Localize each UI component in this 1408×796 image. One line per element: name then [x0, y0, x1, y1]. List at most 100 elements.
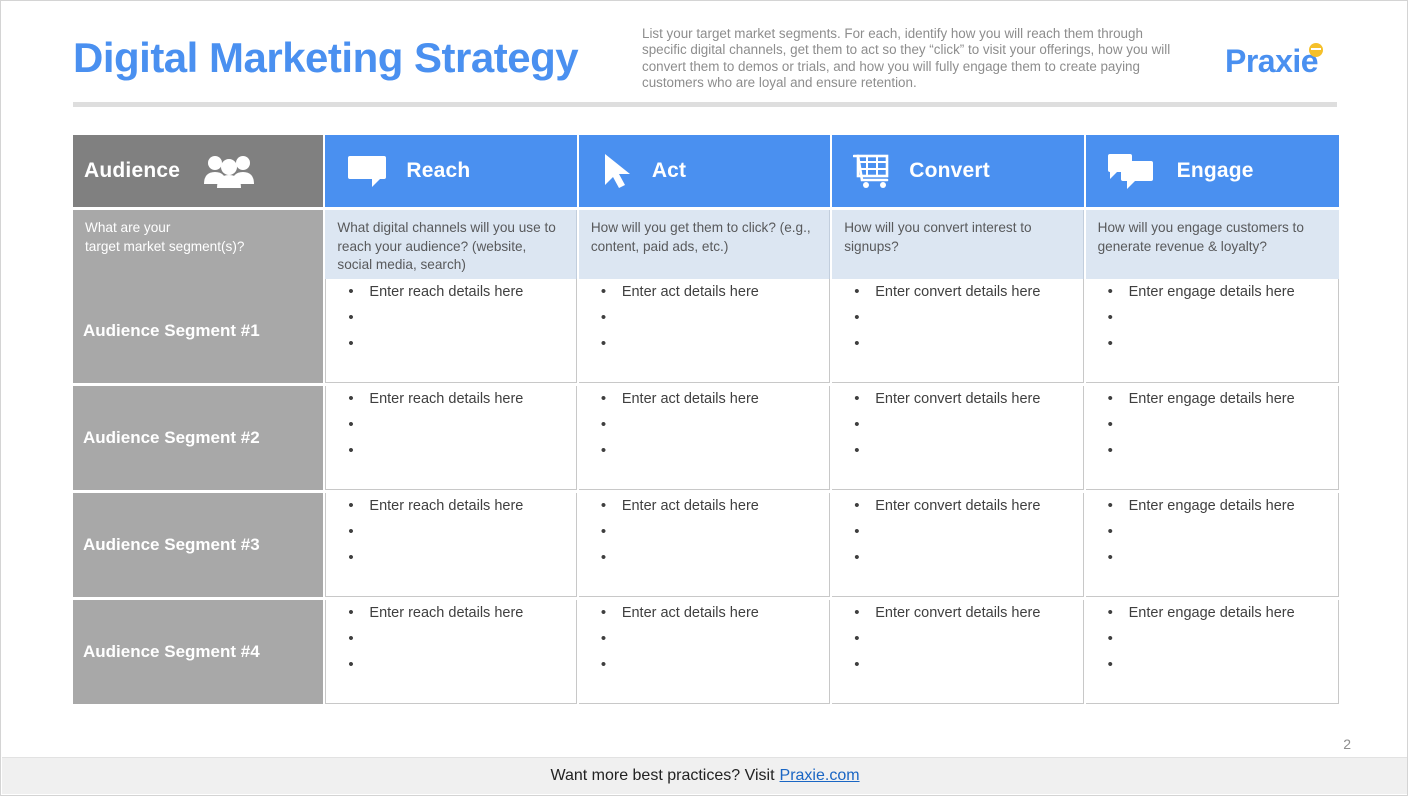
bullet-item[interactable]: [348, 549, 575, 576]
matrix-header-row: Audience Reach Act Convert Engage: [73, 135, 1340, 207]
prompt-text: What digital channels will you use to re…: [325, 210, 577, 285]
matrix-cell[interactable]: Enter convert details here: [832, 493, 1084, 597]
bullet-item[interactable]: Enter reach details here: [348, 497, 575, 524]
bullet-list: Enter act details here: [579, 390, 829, 469]
segment-cell[interactable]: Audience Segment #1: [73, 279, 324, 383]
bullet-item[interactable]: [601, 656, 829, 683]
prompt-text: How will you get them to click? (e.g., c…: [578, 210, 831, 285]
column-header-label: Audience: [84, 159, 181, 182]
praxie-logo: Praxie: [1225, 43, 1319, 79]
bullet-item[interactable]: Enter engage details here: [1108, 390, 1338, 417]
matrix-cell[interactable]: Enter convert details here: [832, 600, 1084, 704]
bullet-item[interactable]: Enter reach details here: [348, 283, 575, 310]
bullet-list: Enter act details here: [579, 604, 829, 683]
cell-body: Enter engage details here: [1085, 386, 1340, 490]
cell-body: Enter convert details here: [832, 600, 1084, 704]
matrix-cell[interactable]: Enter engage details here: [1085, 386, 1340, 490]
bullet-item[interactable]: Enter convert details here: [854, 604, 1082, 631]
bullet-item[interactable]: Enter engage details here: [1108, 604, 1338, 631]
segment-cell[interactable]: Audience Segment #4: [73, 600, 324, 704]
bullet-item[interactable]: [1108, 523, 1338, 550]
cell-body: Enter reach details here: [325, 279, 577, 383]
matrix-cell[interactable]: Enter reach details here: [325, 493, 577, 597]
bullet-item[interactable]: [1108, 549, 1338, 576]
bullet-item[interactable]: [854, 309, 1082, 336]
bullet-item[interactable]: [601, 442, 829, 469]
bullet-item[interactable]: Enter act details here: [601, 497, 829, 524]
bullet-item[interactable]: [854, 335, 1082, 362]
bullet-item[interactable]: [854, 630, 1082, 657]
matrix-row: Audience Segment #3 Enter reach details h…: [73, 493, 1340, 597]
matrix-cell[interactable]: Enter act details here: [578, 386, 831, 490]
matrix-cell[interactable]: Enter engage details here: [1085, 279, 1340, 383]
page-title: Digital Marketing Strategy: [73, 34, 579, 81]
bullet-item[interactable]: [601, 630, 829, 657]
bullet-item[interactable]: Enter convert details here: [854, 390, 1082, 417]
double-speech-bubble-icon: [1107, 152, 1161, 190]
bullet-item[interactable]: Enter convert details here: [854, 497, 1082, 524]
praxie-dot-icon: [1309, 43, 1323, 57]
speech-bubble-icon: [346, 153, 390, 189]
bullet-item[interactable]: [1108, 630, 1338, 657]
bullet-item[interactable]: [1108, 416, 1338, 443]
bullet-item[interactable]: Enter convert details here: [854, 283, 1082, 310]
segment-cell[interactable]: Audience Segment #3: [73, 493, 324, 597]
bullet-item[interactable]: [348, 309, 575, 336]
matrix-cell[interactable]: Enter convert details here: [832, 279, 1084, 383]
bullet-list: Enter reach details here: [326, 497, 575, 576]
prompt-text: How will you engage customers to generat…: [1085, 210, 1340, 285]
cell-body: Enter convert details here: [832, 279, 1084, 383]
bullet-item[interactable]: Enter act details here: [601, 390, 829, 417]
matrix-cell[interactable]: Enter engage details here: [1085, 600, 1340, 704]
bullet-item[interactable]: [1108, 656, 1338, 683]
bullet-list: Enter act details here: [579, 497, 829, 576]
bullet-item[interactable]: [601, 549, 829, 576]
bullet-item[interactable]: [348, 630, 575, 657]
prompt-reach: What digital channels will you use to re…: [325, 210, 577, 285]
cell-body: Enter reach details here: [325, 493, 577, 597]
praxie-link[interactable]: Praxie.com: [780, 767, 860, 785]
bullet-item[interactable]: [854, 442, 1082, 469]
bullet-item[interactable]: [348, 656, 575, 683]
bullet-item[interactable]: [1108, 335, 1338, 362]
column-header-label: Engage: [1176, 159, 1254, 182]
bullet-item[interactable]: [601, 335, 829, 362]
matrix-cell[interactable]: Enter act details here: [578, 600, 831, 704]
matrix-cell[interactable]: Enter act details here: [578, 493, 831, 597]
cell-body: Enter act details here: [578, 493, 831, 597]
matrix-cell[interactable]: Enter act details here: [578, 279, 831, 383]
matrix-cell[interactable]: Enter convert details here: [832, 386, 1084, 490]
bullet-item[interactable]: Enter reach details here: [348, 604, 575, 631]
bullet-item[interactable]: [854, 549, 1082, 576]
bullet-item[interactable]: [348, 523, 575, 550]
bullet-item[interactable]: Enter reach details here: [348, 390, 575, 417]
bullet-item[interactable]: [1108, 442, 1338, 469]
bullet-item[interactable]: [348, 442, 575, 469]
bullet-item[interactable]: [348, 416, 575, 443]
matrix-cell[interactable]: Enter reach details here: [325, 600, 577, 704]
matrix-cell[interactable]: Enter reach details here: [325, 279, 577, 383]
bullet-item[interactable]: Enter act details here: [601, 283, 829, 310]
bullet-list: Enter engage details here: [1086, 390, 1338, 469]
matrix-prompt-row: What are your target market segment(s)? …: [73, 210, 1340, 285]
matrix-cell[interactable]: Enter reach details here: [325, 386, 577, 490]
prompt-act: How will you get them to click? (e.g., c…: [578, 210, 831, 285]
bullet-item[interactable]: Enter engage details here: [1108, 497, 1338, 524]
bullet-item[interactable]: [854, 656, 1082, 683]
bullet-item[interactable]: [854, 523, 1082, 550]
page-number: 2: [1343, 736, 1351, 752]
bullet-item[interactable]: [348, 335, 575, 362]
matrix-cell[interactable]: Enter engage details here: [1085, 493, 1340, 597]
bullet-item[interactable]: [1108, 309, 1338, 336]
bullet-item[interactable]: [601, 309, 829, 336]
bullet-item[interactable]: [601, 416, 829, 443]
bullet-list: Enter engage details here: [1086, 604, 1338, 683]
bullet-item[interactable]: Enter act details here: [601, 604, 829, 631]
column-header-label: Convert: [909, 159, 990, 182]
bullet-item[interactable]: [854, 416, 1082, 443]
matrix-row: Audience Segment #2 Enter reach details h…: [73, 386, 1340, 490]
bullet-item[interactable]: [601, 523, 829, 550]
bullet-item[interactable]: Enter engage details here: [1108, 283, 1338, 310]
prompt-text-line2: target market segment(s)?: [85, 238, 245, 254]
segment-cell[interactable]: Audience Segment #2: [73, 386, 324, 490]
